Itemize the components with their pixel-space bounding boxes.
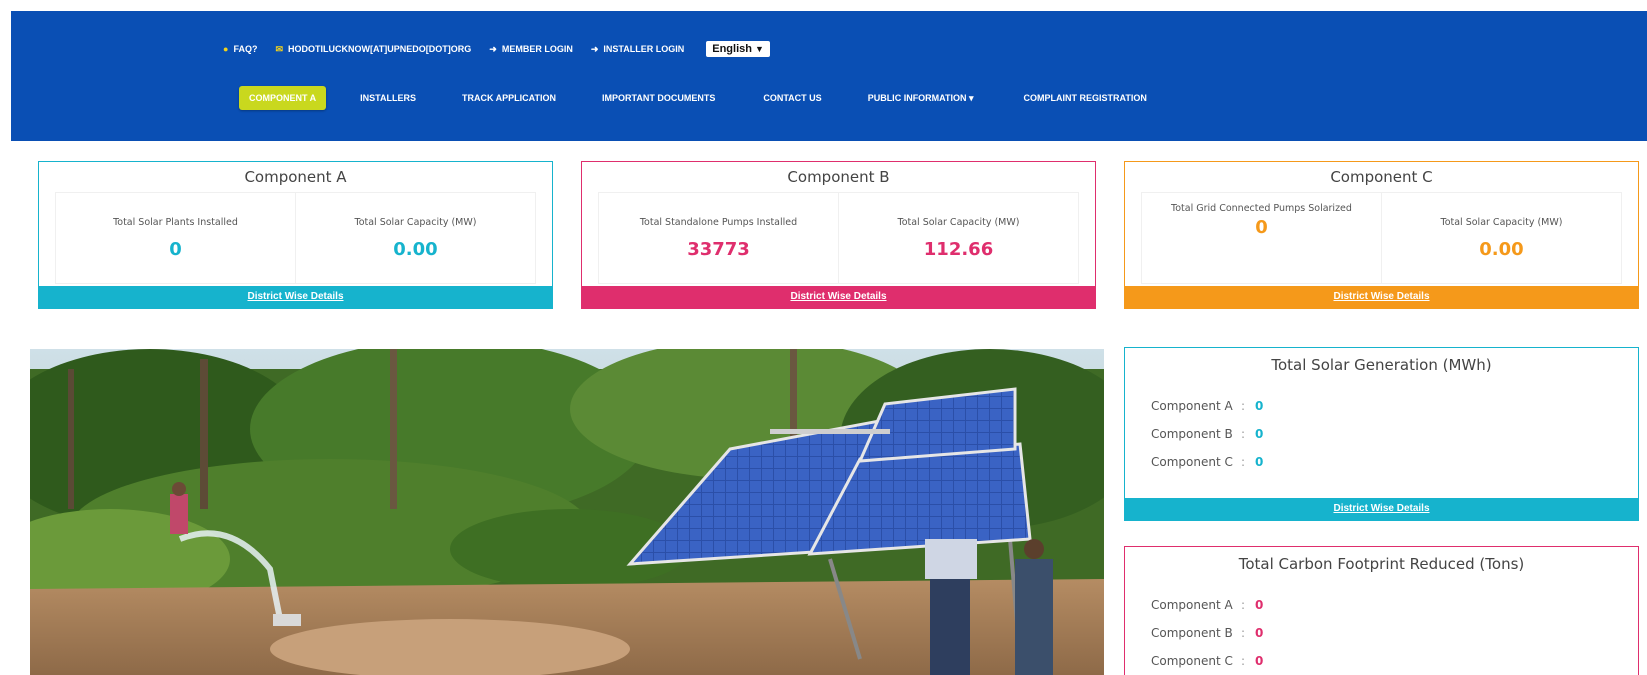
faq-link[interactable]: ● FAQ? [223,44,257,54]
nav-complaint-registration[interactable]: COMPLAINT REGISTRATION [1024,93,1147,103]
stat-value: 112.66 [923,239,994,260]
language-select[interactable]: English ▼ [706,41,770,57]
stat-cell: Total Solar Plants Installed 0 [56,193,296,283]
row-label: Component A [1151,399,1233,413]
list-item: Component C : 0 [1151,448,1638,476]
row-label: Component C [1151,654,1233,668]
card-title: Component C [1330,168,1433,186]
row-label: Component B [1151,427,1233,441]
nav-track-application[interactable]: TRACK APPLICATION [462,93,556,103]
nav-public-information[interactable]: PUBLIC INFORMATION ▾ [868,93,974,104]
list-item: Component B : 0 [1151,619,1638,647]
row-value: 0 [1255,598,1264,612]
district-wise-details-link[interactable]: District Wise Details [1125,286,1638,308]
stat-value: 33773 [687,239,750,260]
row-value: 0 [1255,399,1264,413]
nav-important-documents[interactable]: IMPORTANT DOCUMENTS [602,93,715,103]
solar-generation-card: Total Solar Generation (MWh) Component A… [1124,347,1639,521]
nav-installers[interactable]: INSTALLERS [360,93,416,103]
row-value: 0 [1255,455,1264,469]
row-separator: : [1241,399,1246,413]
stat-label: Total Standalone Pumps Installed [639,217,798,228]
district-wise-details-link[interactable]: District Wise Details [1125,498,1638,520]
stat-cell: Total Solar Capacity (MW) 0.00 [1382,193,1621,283]
card-title: Component A [244,168,347,186]
list-item: Component A : 0 [1151,392,1638,420]
component-a-card: Component A Total Solar Plants Installed… [38,161,553,309]
stat-label: Total Solar Capacity (MW) [354,217,477,228]
login-icon: ➜ [590,43,599,54]
top-bar: ● FAQ? ✉ HODOTILUCKNOW[AT]UPNEDO[DOT]ORG… [223,41,770,57]
carbon-footprint-card: Total Carbon Footprint Reduced (Tons) Co… [1124,546,1639,675]
stat-label: Total Solar Capacity (MW) [1440,217,1563,228]
row-value: 0 [1255,654,1264,668]
component-c-card: Component C Total Grid Connected Pumps S… [1124,161,1639,309]
row-separator: : [1241,626,1246,640]
stat-label: Total Solar Plants Installed [113,217,238,228]
row-value: 0 [1255,427,1264,441]
carbon-rows: Component A : 0 Component B : 0 Componen… [1151,591,1638,675]
nav-component-a[interactable]: COMPONENT A [239,86,327,110]
row-separator: : [1241,654,1246,668]
row-separator: : [1241,427,1246,441]
nav-contact-us[interactable]: CONTACT US [763,93,821,103]
row-separator: : [1241,598,1246,612]
stat-cell: Total Solar Capacity (MW) 112.66 [839,193,1078,283]
stat-value: 0.00 [1479,239,1524,260]
district-wise-details-link[interactable]: District Wise Details [39,286,552,308]
list-item: Component A : 0 [1151,591,1638,619]
member-login-link[interactable]: ➜ MEMBER LOGIN [489,44,573,54]
row-label: Component C [1151,455,1233,469]
row-value: 0 [1255,626,1264,640]
row-label: Component A [1151,598,1233,612]
question-circle-icon: ● [223,43,229,54]
card-stats: Total Solar Plants Installed 0 Total Sol… [55,192,536,284]
installer-login-link[interactable]: ➜ INSTALLER LOGIN [591,44,684,54]
stat-label: Total Solar Capacity (MW) [897,217,1020,228]
card-title: Total Solar Generation (MWh) [1271,356,1492,374]
stat-cell: Total Grid Connected Pumps Solarized 0 [1142,193,1382,283]
email-link[interactable]: ✉ HODOTILUCKNOW[AT]UPNEDO[DOT]ORG [275,44,471,54]
district-wise-details-link[interactable]: District Wise Details [582,286,1095,308]
stat-value: 0.00 [393,239,438,260]
stat-label: Total Grid Connected Pumps Solarized [1171,203,1352,214]
main-nav: COMPONENT A INSTALLERS TRACK APPLICATION… [239,86,1147,110]
component-b-card: Component B Total Standalone Pumps Insta… [581,161,1096,309]
card-title: Component B [787,168,890,186]
card-stats: Total Grid Connected Pumps Solarized 0 T… [1141,192,1622,284]
row-label: Component B [1151,626,1233,640]
card-stats: Total Standalone Pumps Installed 33773 T… [598,192,1079,284]
row-separator: : [1241,455,1246,469]
list-item: Component C : 0 [1151,647,1638,675]
stat-cell: Total Standalone Pumps Installed 33773 [599,193,839,283]
list-item: Component B : 0 [1151,420,1638,448]
login-icon: ➜ [489,43,497,54]
card-title: Total Carbon Footprint Reduced (Tons) [1238,555,1525,573]
solar-pump-photo [30,349,1104,675]
stat-value: 0 [169,239,182,260]
envelope-icon: ✉ [275,43,283,54]
site-header: ● FAQ? ✉ HODOTILUCKNOW[AT]UPNEDO[DOT]ORG… [11,11,1647,141]
chevron-down-icon: ▼ [754,44,764,54]
stat-cell: Total Solar Capacity (MW) 0.00 [296,193,535,283]
generation-rows: Component A : 0 Component B : 0 Componen… [1151,392,1638,476]
stat-value: 0 [1255,217,1268,238]
